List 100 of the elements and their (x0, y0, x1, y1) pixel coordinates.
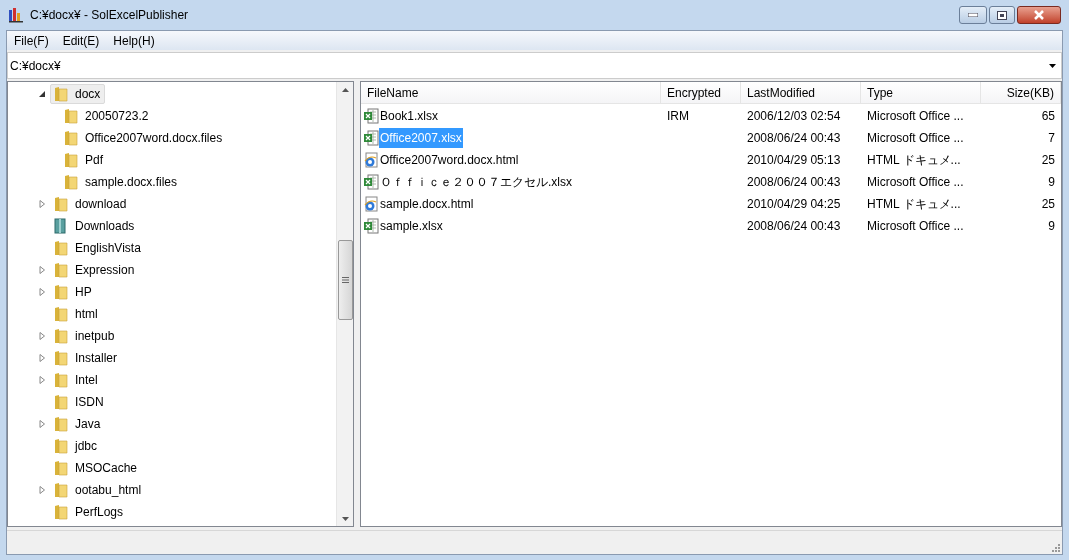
dropdown-arrow-icon (1049, 63, 1056, 68)
tree-item[interactable]: EnglishVista (50, 238, 146, 258)
expand-arrow-icon[interactable] (38, 200, 46, 208)
expanded-arrow-icon[interactable] (38, 90, 46, 98)
table-cell-text: 2010/04/29 04:25 (747, 196, 841, 213)
table-cell-text: 25 (1041, 196, 1055, 213)
expand-arrow-icon[interactable] (38, 486, 46, 494)
scroll-up-icon[interactable] (341, 88, 349, 92)
tree-item[interactable]: html (50, 304, 103, 324)
tree-item[interactable]: Expression (50, 260, 140, 280)
table-cell-text: 2006/12/03 02:54 (747, 108, 841, 125)
tree-item[interactable]: ootabu_html (50, 480, 147, 500)
column-header[interactable]: Encrypted (661, 82, 741, 103)
maximize-icon (997, 10, 1007, 20)
scrollbar[interactable] (336, 82, 353, 526)
minimize-icon (968, 13, 978, 17)
tree-item[interactable]: Java (50, 414, 106, 434)
spreadsheet-icon (363, 130, 379, 146)
menu-item[interactable]: Help(H) (106, 31, 162, 50)
folder-icon (53, 306, 69, 322)
tree-item[interactable]: PerfLogs (50, 502, 129, 522)
address-value: C:¥docx¥ (10, 57, 61, 75)
tree-item[interactable]: inetpub (50, 326, 120, 346)
app-icon (8, 7, 24, 23)
close-button[interactable] (1017, 6, 1061, 24)
tree-item[interactable]: 20050723.2 (60, 106, 154, 126)
file-name[interactable]: Office2007word.docx.html (379, 150, 520, 170)
close-icon (1033, 10, 1045, 20)
tree-item[interactable]: jdbc (50, 436, 102, 456)
table-cell-text: Microsoft Office ... (867, 218, 964, 235)
folder-icon (53, 416, 69, 432)
table-cell-text: HTML ドキュメ... (867, 152, 961, 169)
tree-item[interactable]: docx (50, 84, 106, 104)
folder-icon (53, 218, 69, 234)
folder-icon (53, 394, 69, 410)
folder-icon (53, 284, 69, 300)
tree-item[interactable]: sample.docx.files (60, 172, 183, 192)
file-name[interactable]: Ｏｆｆｉｃｅ２００７エクセル.xlsx (379, 172, 573, 192)
table-cell-text: Microsoft Office ... (867, 130, 964, 147)
table-cell-text: IRM (667, 108, 689, 125)
expand-arrow-icon[interactable] (38, 332, 46, 340)
web-page-icon (363, 196, 379, 212)
column-header[interactable]: Size(KB) (981, 82, 1061, 103)
table-cell-text: Microsoft Office ... (867, 174, 964, 191)
folder-icon (53, 482, 69, 498)
folder-icon (53, 196, 69, 212)
expand-arrow-icon[interactable] (38, 288, 46, 296)
table-cell-text: 2010/04/29 05:13 (747, 152, 841, 169)
scroll-down-icon[interactable] (341, 517, 349, 521)
file-name[interactable]: Book1.xlsx (379, 106, 440, 126)
tree-item[interactable]: Pdf (60, 150, 108, 170)
tree-item[interactable]: download (50, 194, 132, 214)
folder-icon (53, 240, 69, 256)
menu-item[interactable]: Edit(E) (55, 31, 107, 50)
column-header[interactable]: Type (861, 82, 981, 103)
spreadsheet-icon (363, 108, 379, 124)
table-cell-text: Microsoft Office ... (867, 108, 964, 125)
tree-item[interactable]: MSOCache (50, 458, 143, 478)
tree-item[interactable]: Intel (50, 370, 103, 390)
tree-item[interactable]: HP (50, 282, 97, 302)
table-cell-text: 2008/06/24 00:43 (747, 174, 841, 191)
folder-icon (53, 504, 69, 520)
column-header[interactable]: LastModified (741, 82, 861, 103)
table-cell-text: 2008/06/24 00:43 (747, 218, 841, 235)
file-name[interactable]: sample.xlsx (379, 216, 444, 236)
expand-arrow-icon[interactable] (38, 420, 46, 428)
tree-item[interactable]: Office2007word.docx.files (60, 128, 228, 148)
table-cell-text: 9 (1048, 218, 1055, 235)
expand-arrow-icon[interactable] (38, 376, 46, 384)
menu-item[interactable]: File(F) (7, 31, 56, 50)
folder-icon (53, 350, 69, 366)
expand-arrow-icon[interactable] (38, 266, 46, 274)
tree-item[interactable]: ISDN (50, 392, 109, 412)
folder-icon (53, 86, 69, 102)
table-cell-text: 9 (1048, 174, 1055, 191)
folder-icon (63, 130, 79, 146)
tree-item[interactable]: Installer (50, 348, 123, 368)
expand-arrow-icon[interactable] (38, 354, 46, 362)
spreadsheet-icon (363, 174, 379, 190)
folder-icon (53, 328, 69, 344)
table-cell-text: 2008/06/24 00:43 (747, 130, 841, 147)
window-title: C:¥docx¥ - SolExcelPublisher (30, 7, 189, 24)
scroll-thumb[interactable] (337, 240, 353, 320)
table-cell-text: HTML ドキュメ... (867, 196, 961, 213)
folder-icon (53, 460, 69, 476)
address-combo[interactable]: C:¥docx¥ (7, 52, 1062, 79)
file-name[interactable]: sample.docx.html (379, 194, 475, 214)
folder-icon (53, 438, 69, 454)
grip-icon (341, 277, 349, 283)
minimize-button[interactable] (959, 6, 987, 24)
table-cell-text: 65 (1041, 108, 1055, 125)
folder-icon (53, 262, 69, 278)
folder-icon (63, 152, 79, 168)
folder-icon (53, 372, 69, 388)
folder-icon (63, 174, 79, 190)
maximize-button[interactable] (989, 6, 1015, 24)
spreadsheet-icon (363, 218, 379, 234)
tree-item[interactable]: Downloads (50, 216, 140, 236)
column-header[interactable]: FileName (361, 82, 661, 103)
resize-grip-icon[interactable] (1050, 542, 1060, 552)
